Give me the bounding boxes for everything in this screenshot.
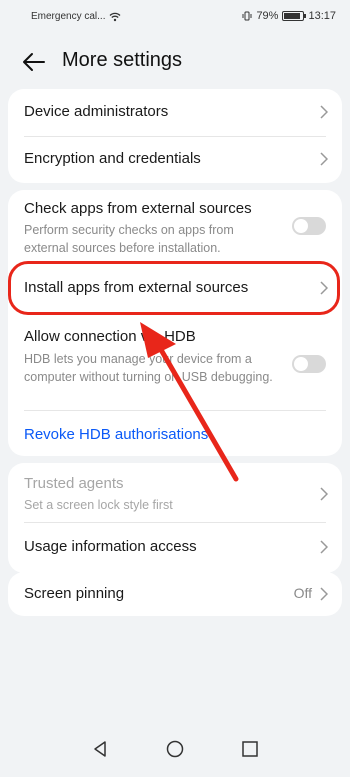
battery-percent: 79% [256, 10, 279, 22]
chevron-right-icon [320, 587, 328, 601]
chevron-right-icon [320, 281, 328, 295]
allow-hdb-label: Allow connection via HDB [24, 328, 196, 345]
device-administrators-label: Device administrators [24, 103, 169, 120]
status-right: 79% 13:17 [242, 10, 336, 22]
toggle-knob [294, 357, 308, 371]
screen-pinning-value: Off [293, 585, 312, 601]
screen-pinning-row[interactable]: Screen pinning Off [8, 572, 342, 616]
settings-group-4: Screen pinning Off [8, 572, 342, 616]
settings-group-3: Trusted agents Set a screen lock style f… [8, 463, 342, 573]
usage-access-row[interactable]: Usage information access [8, 523, 342, 573]
toggle-knob [294, 219, 308, 233]
wifi-icon [110, 12, 121, 21]
clock: 13:17 [308, 10, 336, 22]
nav-recents-icon[interactable] [240, 739, 260, 759]
check-apps-row[interactable]: Check apps from external sources Perform… [8, 190, 342, 262]
nav-back-icon[interactable] [90, 739, 110, 759]
settings-group-1: Device administrators Encryption and cre… [8, 89, 342, 183]
install-apps-row[interactable]: Install apps from external sources [8, 263, 342, 313]
vibrate-icon [242, 11, 252, 21]
status-left: Emergency cal... [31, 11, 121, 22]
trusted-agents-label: Trusted agents [24, 475, 124, 492]
divider [24, 410, 326, 411]
revoke-hdb-link[interactable]: Revoke HDB authorisations [24, 426, 208, 443]
chevron-right-icon [320, 487, 328, 501]
install-apps-label: Install apps from external sources [24, 279, 249, 296]
settings-group-2: Check apps from external sources Perform… [8, 190, 342, 456]
chevron-right-icon [320, 540, 328, 554]
chevron-right-icon [320, 152, 328, 166]
page-title: More settings [62, 49, 183, 71]
navigation-bar [0, 729, 350, 777]
header: More settings [0, 34, 350, 90]
trusted-agents-description: Set a screen lock style first [24, 498, 173, 512]
allow-hdb-toggle[interactable] [292, 355, 326, 373]
check-apps-label: Check apps from external sources [24, 200, 252, 217]
back-arrow-icon[interactable] [20, 50, 46, 74]
chevron-right-icon [320, 105, 328, 119]
check-apps-description: Perform security checks on apps from ext… [24, 223, 234, 255]
allow-hdb-description: HDB lets you manage your device from a c… [24, 352, 273, 384]
nav-home-icon[interactable] [165, 739, 185, 759]
check-apps-toggle[interactable] [292, 217, 326, 235]
device-administrators-row[interactable]: Device administrators [8, 89, 342, 136]
usage-access-label: Usage information access [24, 538, 197, 555]
allow-hdb-row[interactable]: Allow connection via HDB HDB lets you ma… [8, 320, 342, 406]
carrier-text: Emergency cal... [31, 11, 106, 22]
status-bar: Emergency cal... 79% 13:17 [0, 0, 350, 34]
screen-pinning-label: Screen pinning [24, 585, 125, 602]
encryption-credentials-label: Encryption and credentials [24, 150, 201, 167]
encryption-credentials-row[interactable]: Encryption and credentials [8, 136, 342, 183]
battery-icon [282, 11, 307, 21]
trusted-agents-row[interactable]: Trusted agents Set a screen lock style f… [8, 463, 342, 521]
